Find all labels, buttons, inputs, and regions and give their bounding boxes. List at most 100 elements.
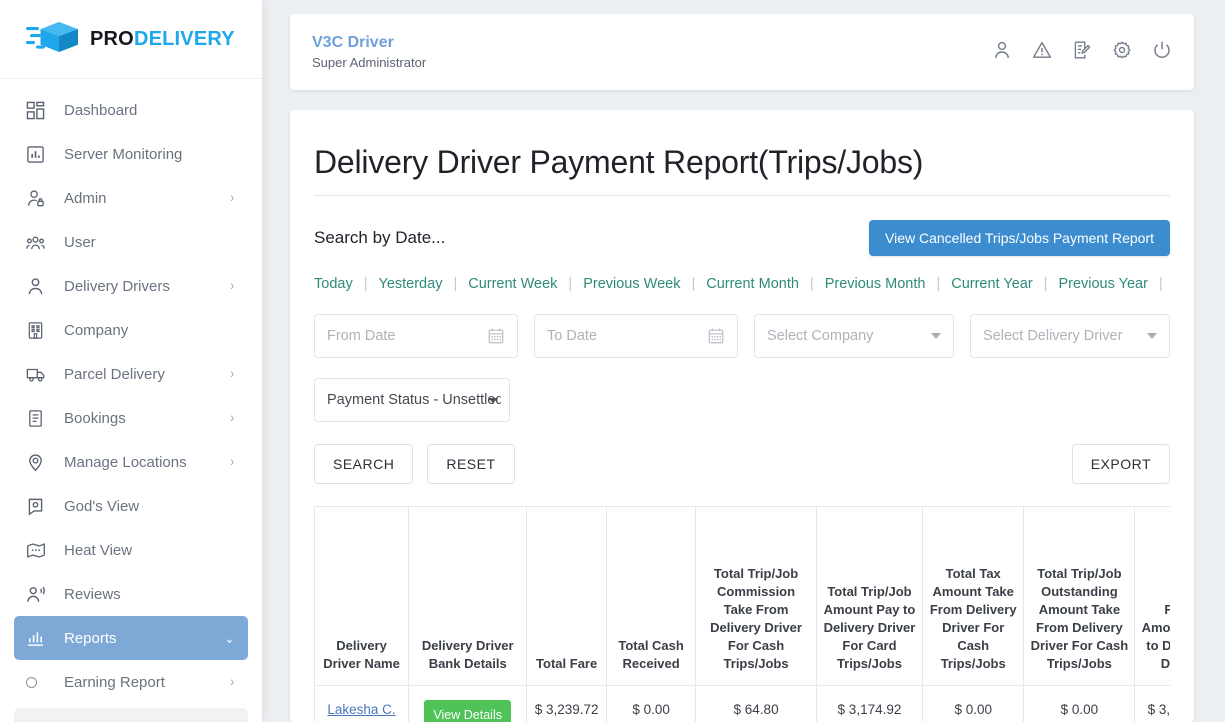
from-date-placeholder: From Date [327, 328, 396, 344]
from-date-field[interactable]: From Date [314, 314, 518, 358]
date-filter-current-year[interactable]: Current Year [951, 276, 1032, 292]
settings-gear-icon[interactable] [1112, 40, 1132, 65]
cell-bank-details: View Details [408, 685, 528, 722]
edit-document-icon[interactable] [1072, 40, 1092, 65]
sidebar-item-user[interactable]: User [14, 220, 248, 264]
export-button[interactable]: EXPORT [1071, 444, 1170, 484]
date-filter-previous-week[interactable]: Previous Week [583, 276, 680, 292]
sidebar-item-label: Admin [64, 189, 107, 207]
sidebar-item-reviews[interactable]: Reviews [14, 572, 248, 616]
sidebar-nav: Dashboard Server Monitoring Admin › User… [0, 79, 262, 704]
select-delivery-driver-dropdown[interactable]: Select Delivery Driver [970, 314, 1170, 358]
report-table: Delivery Driver Name Delivery Driver Ban… [314, 507, 1170, 722]
date-filter-current-month[interactable]: Current Month [706, 276, 799, 292]
divider: | [691, 276, 696, 292]
cell-commission-cash: $ 64.80 [695, 685, 817, 722]
sidebar-item-parcel-delivery[interactable]: Parcel Delivery › [14, 352, 248, 396]
to-date-field[interactable]: To Date [534, 314, 738, 358]
sidebar-item-company[interactable]: Company [14, 308, 248, 352]
report-table-scroll-area[interactable]: Delivery Driver Name Delivery Driver Ban… [314, 506, 1170, 722]
chevron-right-icon: › [230, 674, 234, 690]
payment-status-select[interactable]: Payment Status - Unsettled [314, 378, 510, 422]
action-buttons-row: SEARCH RESET EXPORT [314, 444, 1170, 484]
to-date-placeholder: To Date [547, 328, 597, 344]
cell-final-pay: $ 3,174.92 [1134, 685, 1170, 722]
sidebar-item-bookings[interactable]: Bookings › [14, 396, 248, 440]
date-filter-previous-year[interactable]: Previous Year [1058, 276, 1147, 292]
select-company-placeholder: Select Company [767, 328, 874, 344]
user-info: V3C Driver Super Administrator [312, 34, 426, 70]
view-details-button[interactable]: View Details [424, 699, 511, 722]
sidebar-item-earning-report[interactable]: Earning Report › [14, 660, 248, 704]
map-pin-icon [26, 452, 52, 472]
view-cancelled-report-button[interactable]: View Cancelled Trips/Jobs Payment Report [869, 220, 1170, 256]
sidebar-item-label: God's View [64, 497, 140, 515]
sidebar-item-server-monitoring[interactable]: Server Monitoring [14, 132, 248, 176]
sidebar-item-admin[interactable]: Admin › [14, 176, 248, 220]
search-header-row: Search by Date... View Cancelled Trips/J… [314, 220, 1170, 256]
user-name: V3C Driver [312, 33, 394, 51]
warning-triangle-icon[interactable] [1032, 40, 1052, 65]
col-delivery-driver-bank-details: Delivery Driver Bank Details [408, 507, 528, 686]
user-lock-icon [26, 188, 52, 208]
reset-button[interactable]: RESET [427, 444, 515, 484]
sidebar-item-label: Company [64, 321, 129, 339]
truck-icon [26, 364, 52, 384]
search-button[interactable]: SEARCH [314, 444, 414, 484]
table-header-row: Delivery Driver Name Delivery Driver Ban… [314, 507, 1170, 686]
col-outstanding-cash: Total Trip/Job Outstanding Amount Take F… [1023, 507, 1136, 686]
chevron-right-icon: › [230, 366, 234, 382]
topbar: V3C Driver Super Administrator [290, 14, 1194, 90]
sidebar-item-label: Reviews [64, 585, 121, 603]
sidebar-item-label: Dashboard [64, 101, 138, 119]
cell-total-cash-received: $ 0.00 [606, 685, 697, 722]
divider: | [453, 276, 458, 292]
date-filter-today[interactable]: Today [314, 276, 353, 292]
cell-total-fare: $ 3,239.72 [526, 685, 607, 722]
sidebar-item-label: Heat View [64, 541, 133, 559]
sidebar-item-label: Delivery Drivers [64, 277, 170, 295]
logo-text-pro: PRO [90, 28, 134, 50]
cell-outstanding-cash: $ 0.00 [1023, 685, 1136, 722]
sidebar: PRODELIVERY Dashboard Server Monitoring … [0, 0, 262, 722]
select-delivery-driver-placeholder: Select Delivery Driver [983, 328, 1123, 344]
heat-map-icon [26, 540, 52, 560]
page-title: Delivery Driver Payment Report(Trips/Job… [314, 110, 1170, 196]
sidebar-item-manage-locations[interactable]: Manage Locations › [14, 440, 248, 484]
sidebar-item-reports[interactable]: Reports ⌄ [14, 616, 248, 660]
date-filter-yesterday[interactable]: Yesterday [378, 276, 442, 292]
search-by-date-label: Search by Date... [314, 228, 446, 247]
select-company-dropdown[interactable]: Select Company [754, 314, 954, 358]
chevron-down-icon: ⌄ [224, 631, 234, 647]
driver-name-link[interactable]: Lakesha C. Gonzalez [327, 702, 395, 722]
user-role: Super Administrator [312, 54, 427, 70]
divider: | [1043, 276, 1048, 292]
cell-tax-cash: $ 0.00 [922, 685, 1025, 722]
divider: | [568, 276, 573, 292]
date-filter-previous-month[interactable]: Previous Month [825, 276, 926, 292]
sidebar-item-gods-view[interactable]: God's View [14, 484, 248, 528]
calendar-icon[interactable] [487, 327, 505, 345]
profile-person-icon[interactable] [992, 40, 1012, 65]
date-filter-current-week[interactable]: Current Week [468, 276, 557, 292]
divider: | [1158, 276, 1163, 292]
sidebar-item-label: Server Monitoring [64, 145, 183, 163]
bar-chart-box-icon [26, 144, 52, 164]
col-final-pay: Final Amount Pay to Delivery Driver [1134, 507, 1170, 686]
sidebar-item-delivery-drivers[interactable]: Delivery Drivers › [14, 264, 248, 308]
power-logout-icon[interactable] [1152, 40, 1172, 65]
calendar-icon[interactable] [707, 327, 725, 345]
topbar-icon-group [992, 40, 1172, 65]
col-commission-cash: Total Trip/Job Commission Take From Deli… [695, 507, 817, 686]
logo-bar[interactable]: PRODELIVERY [0, 0, 262, 79]
sidebar-item-heat-view[interactable]: Heat View [14, 528, 248, 572]
payment-status-row: Payment Status - Unsettled [314, 378, 1170, 422]
filter-fields-row: From Date To Date Select Company Select … [314, 314, 1170, 358]
sidebar-item-dashboard[interactable]: Dashboard [14, 88, 248, 132]
sidebar-subitem-label: Earning Report [64, 673, 165, 691]
col-amount-card: Total Trip/Job Amount Pay to Delivery Dr… [816, 507, 924, 686]
circle-bullet-icon [26, 676, 52, 688]
sidebar-item-label: Parcel Delivery [64, 365, 165, 383]
chevron-right-icon: › [230, 278, 234, 294]
sidebar-item-label: Manage Locations [64, 453, 187, 471]
